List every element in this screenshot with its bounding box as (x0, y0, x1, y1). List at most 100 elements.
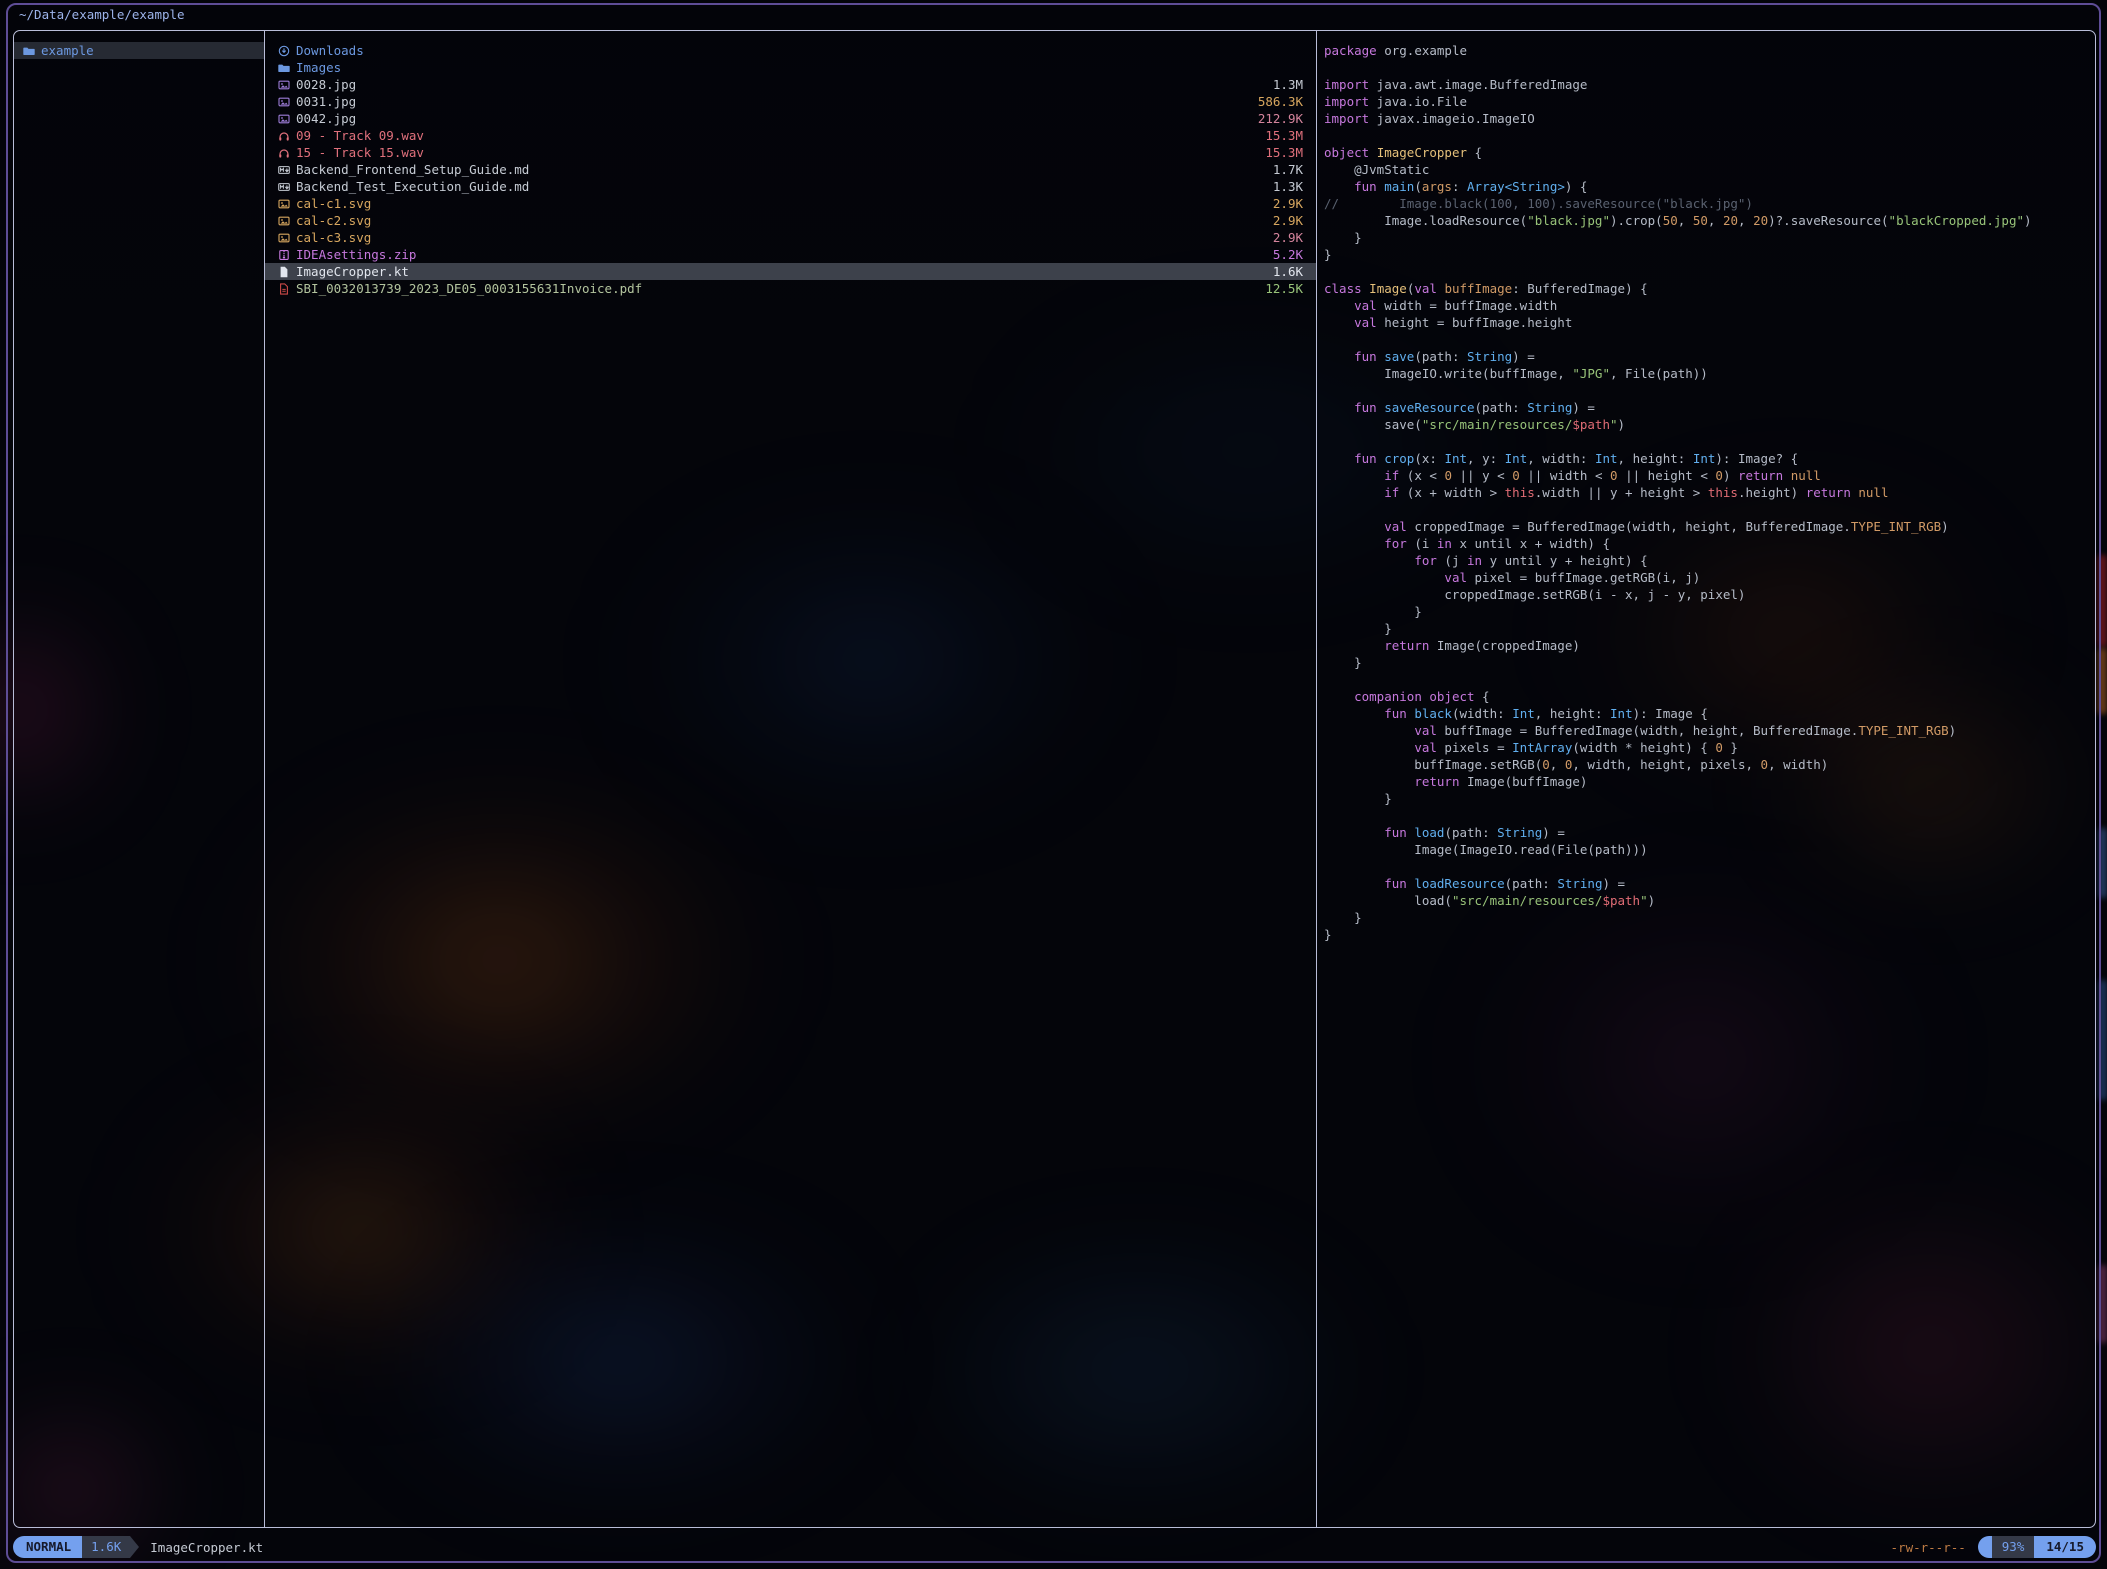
file-name: 0028.jpg (296, 76, 1261, 93)
code-line: companion object { (1324, 688, 2089, 705)
file-size: 15.3M (1265, 127, 1303, 144)
file-name: 15 - Track 15.wav (296, 144, 1253, 161)
code-line: } (1324, 229, 2089, 246)
code-line: fun saveResource(path: String) = (1324, 399, 2089, 416)
file-size: 15.3M (1265, 144, 1303, 161)
code-line: if (x + width > this.width || y + height… (1324, 484, 2089, 501)
file-row[interactable]: 09 - Track 09.wav 15.3M (265, 127, 1316, 144)
code-line: class Image(val buffImage: BufferedImage… (1324, 280, 2089, 297)
folder-icon (22, 45, 35, 57)
code-line: } (1324, 926, 2089, 943)
code-line: val pixel = buffImage.getRGB(i, j) (1324, 569, 2089, 586)
pdf-icon (277, 283, 290, 295)
code-line: } (1324, 246, 2089, 263)
code-line (1324, 501, 2089, 518)
file-name: cal-c3.svg (296, 229, 1261, 246)
image-icon (277, 232, 290, 244)
file-size-badge: 1.6K (82, 1536, 130, 1558)
file-row[interactable]: Images (265, 59, 1316, 76)
code-line: save("src/main/resources/$path") (1324, 416, 2089, 433)
file-row[interactable]: cal-c2.svg2.9K (265, 212, 1316, 229)
file-size: 212.9K (1258, 110, 1303, 127)
file-size: 1.6K (1273, 263, 1303, 280)
code-line (1324, 263, 2089, 280)
code-line: val height = buffImage.height (1324, 314, 2089, 331)
file-row[interactable]: 0042.jpg212.9K (265, 110, 1316, 127)
code-line: fun black(width: Int, height: Int): Imag… (1324, 705, 2089, 722)
file-size: 5.2K (1273, 246, 1303, 263)
status-left: NORMAL 1.6K ImageCropper.kt (13, 1536, 263, 1558)
code-line: import java.awt.image.BufferedImage (1324, 76, 2089, 93)
file-row[interactable]: IDEAsettings.zip 5.2K (265, 246, 1316, 263)
file-size: 1.7K (1273, 161, 1303, 178)
image-icon (277, 198, 290, 210)
file-size: 2.9K (1273, 229, 1303, 246)
code-line: object ImageCropper { (1324, 144, 2089, 161)
file-name: SBI_0032013739_2023_DE05_0003155631Invoi… (296, 280, 1253, 297)
file-row[interactable]: 15 - Track 15.wav 15.3M (265, 144, 1316, 161)
code-line: Image.loadResource("black.jpg").crop(50,… (1324, 212, 2089, 229)
code-line: } (1324, 620, 2089, 637)
code-line: ImageIO.write(buffImage, "JPG", File(pat… (1324, 365, 2089, 382)
file-row[interactable]: example (14, 42, 264, 59)
code-line: for (i in x until x + width) { (1324, 535, 2089, 552)
image-icon (277, 79, 290, 91)
parent-pane[interactable]: example (14, 31, 264, 1527)
file-size: 586.3K (1258, 93, 1303, 110)
code-line: val pixels = IntArray(width * height) { … (1324, 739, 2089, 756)
code-line: val width = buffImage.width (1324, 297, 2089, 314)
file-size: 1.3M (1273, 76, 1303, 93)
code-line (1324, 331, 2089, 348)
file-name: Images (296, 59, 1303, 76)
code-line: } (1324, 603, 2089, 620)
code-line: // Image.black(100, 100).saveResource("b… (1324, 195, 2089, 212)
file-name: Downloads (296, 42, 1303, 59)
code-line (1324, 127, 2089, 144)
code-line: for (j in y until y + height) { (1324, 552, 2089, 569)
file-row[interactable]: ImageCropper.kt1.6K (265, 263, 1316, 280)
powerline-cap-icon (1978, 1536, 1992, 1558)
file-name: 09 - Track 09.wav (296, 127, 1253, 144)
code-line: import java.io.File (1324, 93, 2089, 110)
file-name: Backend_Test_Execution_Guide.md (296, 178, 1261, 195)
cursor-position-badge: 14/15 (2034, 1536, 2096, 1558)
file-name: example (41, 42, 258, 59)
audio-icon (277, 147, 290, 159)
file-size: 2.9K (1273, 195, 1303, 212)
markdown-icon (277, 164, 290, 176)
file-row[interactable]: SBI_0032013739_2023_DE05_0003155631Invoi… (265, 280, 1316, 297)
code-line: return Image(buffImage) (1324, 773, 2089, 790)
file-row[interactable]: 0028.jpg 1.3M (265, 76, 1316, 93)
folder-icon (277, 62, 290, 74)
file-row[interactable]: cal-c1.svg2.9K (265, 195, 1316, 212)
code-line: fun loadResource(path: String) = (1324, 875, 2089, 892)
code-line (1324, 59, 2089, 76)
status-right: -rw-r--r-- 93% 14/15 (1891, 1536, 2096, 1558)
file-row[interactable]: Backend_Frontend_Setup_Guide.md1.7K (265, 161, 1316, 178)
file-row[interactable]: cal-c3.svg 2.9K (265, 229, 1316, 246)
code-line: fun crop(x: Int, y: Int, width: Int, hei… (1324, 450, 2089, 467)
image-icon (277, 113, 290, 125)
code-line: return Image(croppedImage) (1324, 637, 2089, 654)
file-size: 2.9K (1273, 212, 1303, 229)
code-line (1324, 858, 2089, 875)
preview-pane[interactable]: package org.example import java.awt.imag… (1317, 31, 2095, 1527)
zip-icon (277, 249, 290, 261)
code-line: package org.example (1324, 42, 2089, 59)
file-row[interactable]: Downloads (265, 42, 1316, 59)
markdown-icon (277, 181, 290, 193)
file-name: IDEAsettings.zip (296, 246, 1261, 263)
file-list-pane[interactable]: DownloadsImages0028.jpg 1.3M0031.jpg586.3… (264, 31, 1317, 1527)
code-line (1324, 807, 2089, 824)
code-line: } (1324, 654, 2089, 671)
file-icon (277, 266, 290, 278)
powerline-arrow-icon (130, 1536, 139, 1558)
file-row[interactable]: Backend_Test_Execution_Guide.md1.3K (265, 178, 1316, 195)
image-icon (277, 215, 290, 227)
code-line (1324, 433, 2089, 450)
audio-icon (277, 130, 290, 142)
code-line (1324, 671, 2089, 688)
code-line: import javax.imageio.ImageIO (1324, 110, 2089, 127)
code-line (1324, 382, 2089, 399)
file-row[interactable]: 0031.jpg586.3K (265, 93, 1316, 110)
